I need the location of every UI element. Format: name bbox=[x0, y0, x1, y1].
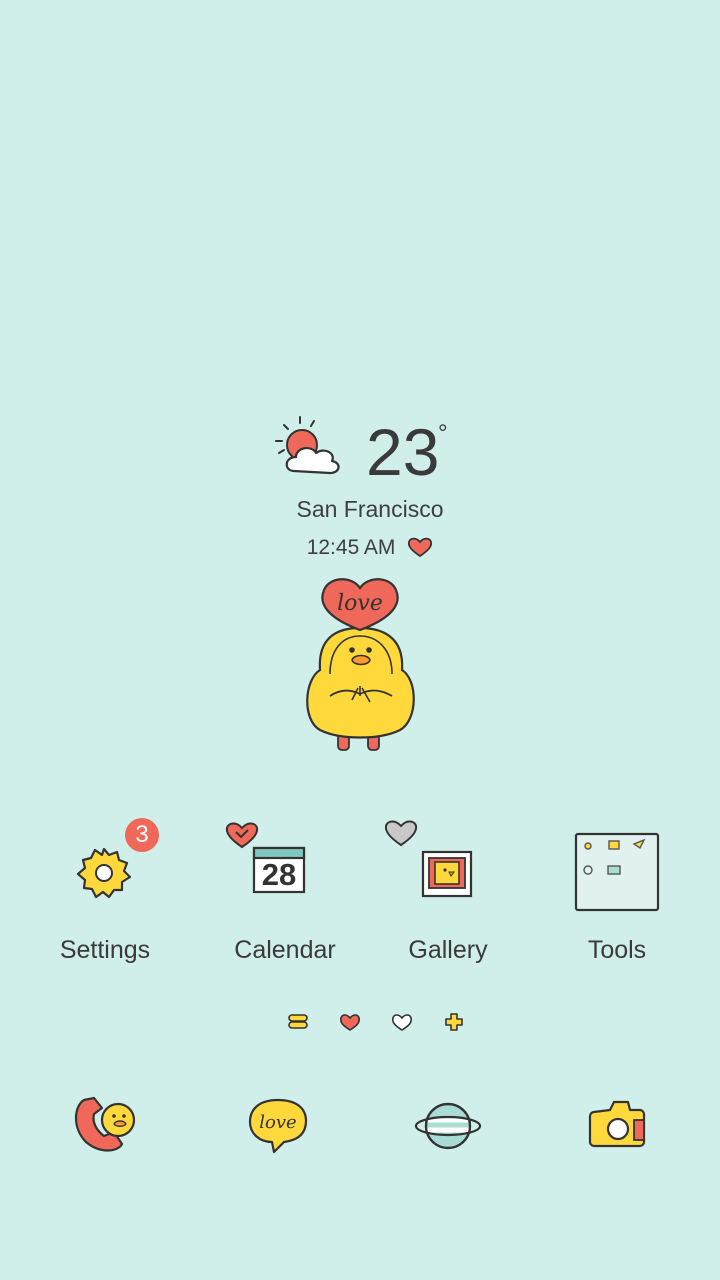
temperature: 23 bbox=[366, 415, 440, 489]
weather-icon[interactable] bbox=[274, 415, 346, 479]
clock[interactable]: 12:45 AM bbox=[0, 536, 720, 560]
app-label: Settings bbox=[59, 936, 151, 964]
camera-icon bbox=[588, 1100, 646, 1148]
heart-icon bbox=[408, 537, 433, 558]
calendar-icon: 28 bbox=[252, 846, 306, 899]
page-indicator-4[interactable] bbox=[442, 1012, 468, 1032]
dock-phone[interactable] bbox=[70, 1094, 142, 1158]
page-indicator-1[interactable] bbox=[286, 1012, 312, 1032]
photo-frame-icon bbox=[421, 850, 473, 903]
yellow-dash-icon bbox=[288, 1014, 308, 1029]
app-label: Calendar bbox=[234, 936, 336, 964]
app-label: Gallery bbox=[408, 936, 488, 964]
mascot-heart-text: love bbox=[337, 591, 383, 616]
app-label: Tools bbox=[587, 936, 647, 964]
tools-folder-icon bbox=[574, 832, 660, 917]
planet-browser-icon bbox=[414, 1102, 482, 1150]
yellow-cross-icon bbox=[445, 1013, 463, 1031]
app-settings[interactable]: 3 Settings bbox=[20, 818, 190, 966]
dock-messages[interactable]: love bbox=[244, 1094, 316, 1158]
chat-bubble-text: love bbox=[259, 1112, 296, 1133]
notification-badge: 3 bbox=[125, 818, 159, 852]
page-indicator-2[interactable] bbox=[338, 1012, 364, 1032]
app-tools[interactable]: Tools bbox=[532, 832, 702, 966]
gear-icon bbox=[76, 846, 132, 905]
dock-camera[interactable] bbox=[584, 1094, 656, 1158]
page-indicator-3[interactable] bbox=[390, 1012, 416, 1032]
grey-heart-icon bbox=[383, 818, 419, 853]
love-chat-bubble-icon: love bbox=[248, 1098, 308, 1154]
white-heart-icon bbox=[391, 1014, 413, 1031]
duck-mascot[interactable]: love bbox=[300, 570, 424, 756]
app-gallery[interactable]: Gallery bbox=[363, 820, 533, 966]
red-heart-icon bbox=[339, 1014, 361, 1031]
clock-time: 12:45 AM bbox=[306, 536, 396, 559]
app-calendar[interactable]: 28 Calendar bbox=[200, 822, 370, 966]
dock-browser[interactable] bbox=[412, 1094, 484, 1158]
phone-duck-icon bbox=[74, 1096, 136, 1152]
degree-symbol: ° bbox=[438, 420, 448, 447]
calendar-date: 28 bbox=[261, 857, 297, 892]
city-name: San Francisco bbox=[296, 496, 444, 522]
